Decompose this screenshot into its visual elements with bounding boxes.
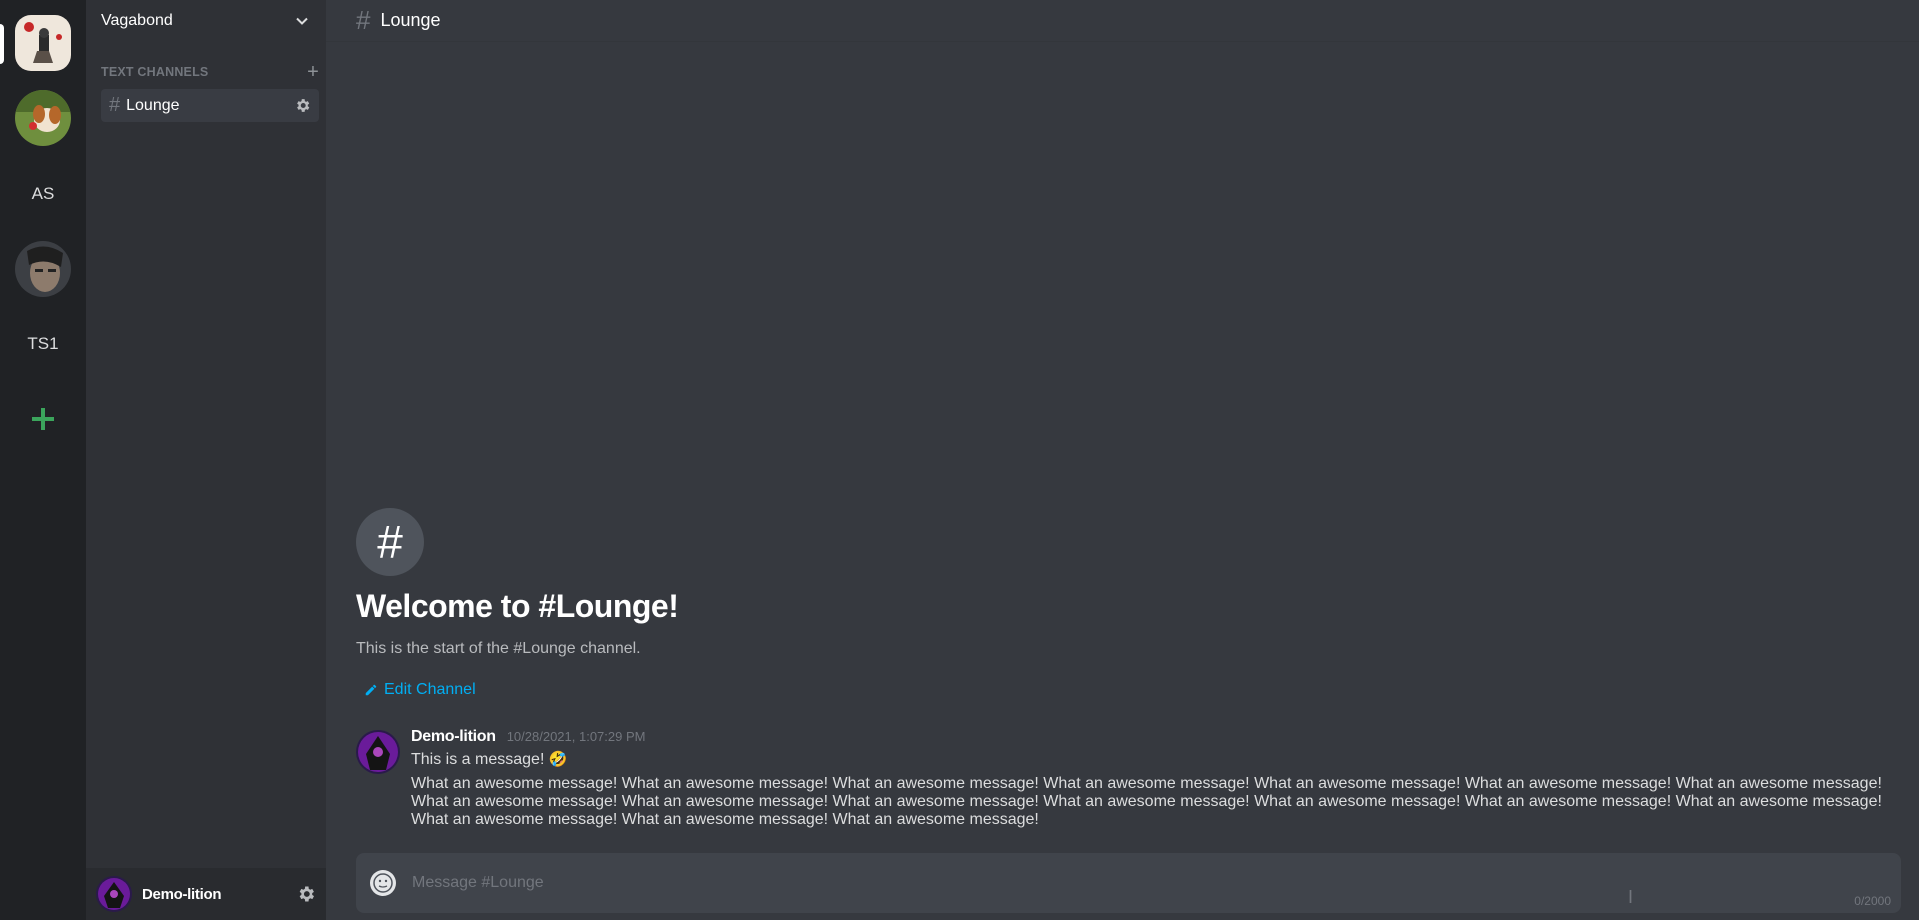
character-counter: 0/2000 xyxy=(1854,894,1891,908)
server-ts1-icon[interactable]: TS1 xyxy=(15,316,71,372)
header-hash-icon: # xyxy=(356,5,371,35)
server-ts1-label: TS1 xyxy=(27,334,59,353)
message-line-text: This is a message! xyxy=(411,751,545,768)
server-header-dropdown[interactable]: Vagabond xyxy=(86,0,326,42)
welcome-subtitle: This is the start of the #Lounge channel… xyxy=(356,640,641,657)
welcome-title: Welcome to #Lounge! xyxy=(356,588,679,624)
active-server-indicator xyxy=(0,24,4,64)
server-rail: AS TS1 xyxy=(0,0,86,920)
welcome-hash-icon: # xyxy=(356,508,424,576)
server-as-label: AS xyxy=(31,184,55,203)
server-dog-image xyxy=(15,90,71,146)
chat-main: # Lounge # Welcome to #Lounge! This is t… xyxy=(326,0,1919,920)
text-cursor-icon: I xyxy=(1628,887,1634,907)
message-body: Demo-lition 10/28/2021, 1:07:29 PM This … xyxy=(411,728,1896,829)
message-item: Demo-lition 10/28/2021, 1:07:29 PM This … xyxy=(356,728,1896,829)
message-avatar-image xyxy=(356,730,400,774)
add-server-button[interactable] xyxy=(15,391,71,447)
edit-channel-link[interactable]: Edit Channel xyxy=(364,681,476,699)
chat-header: # Lounge xyxy=(326,0,1919,42)
user-name: Demo-lition xyxy=(142,885,222,903)
message-author[interactable]: Demo-lition xyxy=(411,728,496,746)
server-dog-icon[interactable] xyxy=(15,90,71,146)
channel-sidebar: Vagabond TEXT CHANNELS + # Lounge Demo-l… xyxy=(86,0,326,920)
emoji-picker-icon[interactable] xyxy=(370,870,396,896)
channel-settings-gear-icon[interactable] xyxy=(294,97,311,114)
message-long-text: What an awesome message! What an awesome… xyxy=(411,775,1882,828)
pencil-icon xyxy=(365,684,377,696)
message-timestamp: 10/28/2021, 1:07:29 PM xyxy=(506,729,646,744)
message-line: This is a message! 🤣 xyxy=(411,750,1896,769)
text-channels-category[interactable]: TEXT CHANNELS + xyxy=(101,62,319,82)
message-input[interactable] xyxy=(410,873,1901,893)
app-window: AS TS1 Vagabond TEXT CHANNELS + # Lounge… xyxy=(0,0,1919,920)
server-as-icon[interactable]: AS xyxy=(15,166,71,222)
edit-channel-label: Edit Channel xyxy=(384,681,476,698)
message-meta: Demo-lition 10/28/2021, 1:07:29 PM xyxy=(411,728,1896,746)
rofl-emoji-icon: 🤣 xyxy=(548,751,568,768)
server-vagabond-image xyxy=(15,15,71,71)
message-avatar[interactable] xyxy=(356,730,400,774)
channel-label: Lounge xyxy=(126,96,180,114)
user-settings-gear-icon[interactable] xyxy=(296,884,316,904)
server-vagabond-icon[interactable] xyxy=(15,15,71,71)
chat-title: Lounge xyxy=(380,10,441,30)
message-composer: 0/2000 xyxy=(356,853,1901,913)
channel-hash-icon: # xyxy=(109,94,121,116)
server-portrait-icon[interactable] xyxy=(15,241,71,297)
user-avatar[interactable] xyxy=(96,876,132,912)
add-channel-icon[interactable]: + xyxy=(307,62,319,82)
channel-item-lounge[interactable]: # Lounge xyxy=(101,89,319,122)
category-label: TEXT CHANNELS xyxy=(101,65,209,79)
server-name: Vagabond xyxy=(101,12,173,29)
chevron-down-icon xyxy=(296,17,308,25)
user-avatar-image xyxy=(96,876,132,912)
emoji-face-icon xyxy=(373,873,393,893)
user-panel: Demo-lition xyxy=(86,868,326,920)
plus-icon xyxy=(32,408,54,430)
server-portrait-image xyxy=(15,241,71,297)
